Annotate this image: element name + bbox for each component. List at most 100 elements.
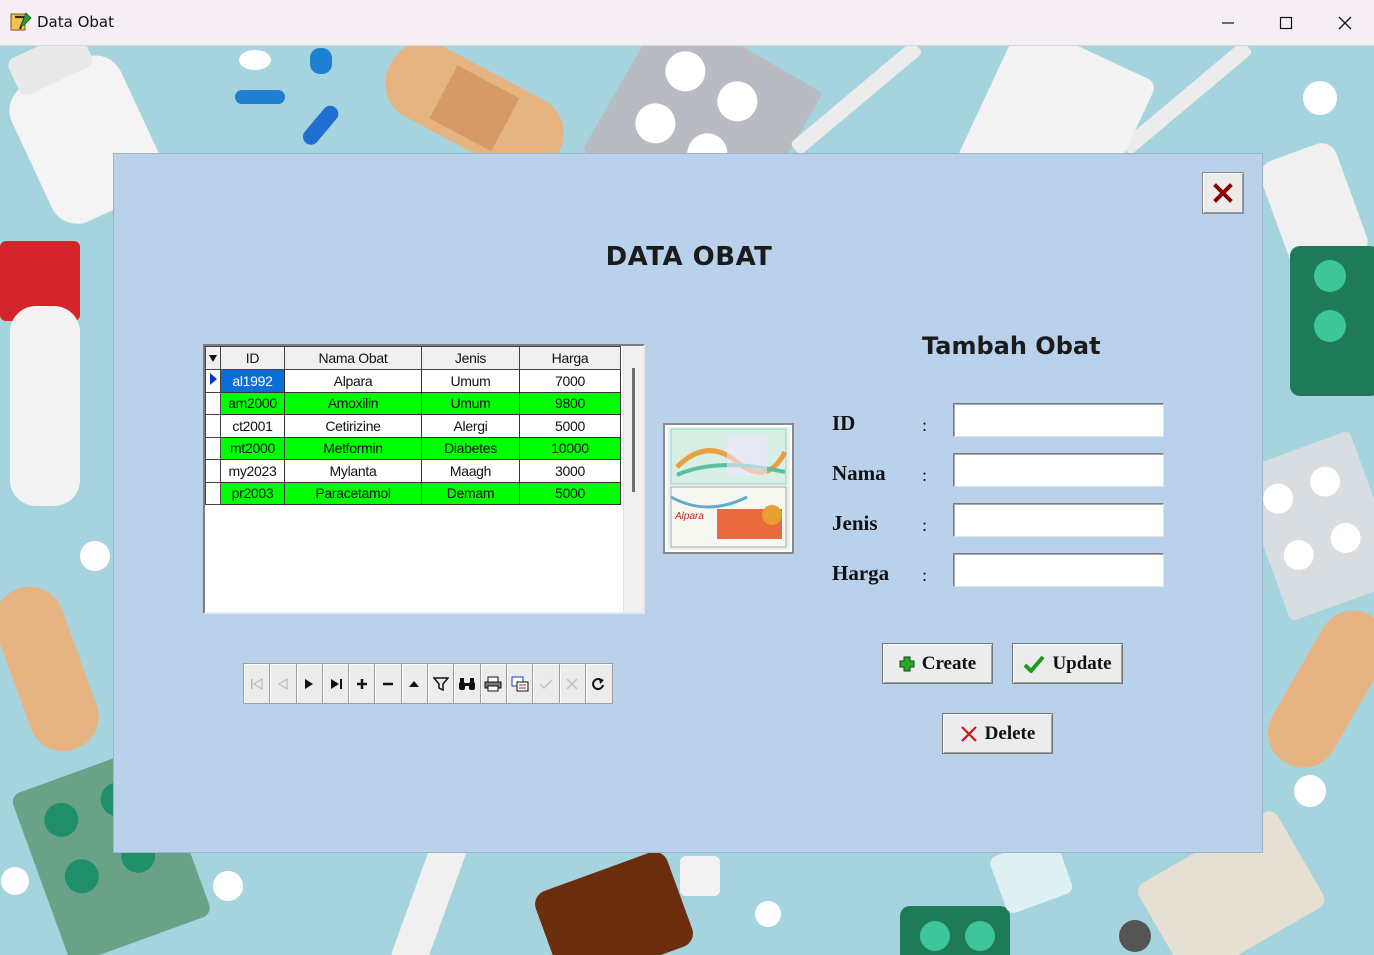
row-indicator <box>205 481 221 505</box>
colon: : <box>922 415 928 435</box>
harga-input[interactable] <box>953 553 1164 587</box>
label-jenis: Jenis <box>832 511 878 535</box>
scrollbar-thumb[interactable] <box>632 368 635 492</box>
post-icon <box>539 678 553 689</box>
cell-id[interactable]: pr2003 <box>220 481 285 505</box>
cell-nama[interactable]: Alpara <box>284 369 422 393</box>
binoculars-icon <box>459 677 476 690</box>
row-indicator <box>205 459 221 483</box>
cell-harga[interactable]: 9800 <box>519 391 621 415</box>
row-indicator <box>205 436 221 460</box>
image-brand-text: Alpara <box>674 511 704 522</box>
colon: : <box>922 465 928 485</box>
cell-jenis[interactable]: Maagh <box>421 459 520 483</box>
nav-next-button[interactable] <box>296 664 323 703</box>
column-header-jenis[interactable]: Jenis <box>421 346 520 370</box>
plus-icon <box>899 656 915 671</box>
nav-last-button[interactable] <box>322 664 350 703</box>
cell-id[interactable]: my2023 <box>220 459 285 483</box>
nav-refresh-button[interactable] <box>585 664 613 703</box>
close-icon <box>1213 183 1233 203</box>
maximize-button[interactable] <box>1257 0 1315 46</box>
label-nama: Nama <box>832 461 886 485</box>
refresh-icon <box>592 677 604 690</box>
nav-search-button[interactable] <box>454 664 481 703</box>
nama-input[interactable] <box>953 453 1164 487</box>
label-harga: Harga <box>832 561 890 585</box>
close-icon <box>1338 16 1352 30</box>
prior-icon <box>277 677 288 690</box>
insert-icon <box>356 678 367 689</box>
table-row[interactable]: pr2003 Paracetamol Demam 5000 <box>205 481 621 505</box>
nav-insert-button[interactable] <box>349 664 376 703</box>
medicine-grid[interactable]: ID Nama Obat Jenis Harga al1992 Alpara U… <box>203 344 645 614</box>
cell-jenis[interactable]: Diabetes <box>421 436 520 460</box>
last-icon <box>330 678 342 689</box>
cell-harga[interactable]: 10000 <box>519 436 621 460</box>
table-row[interactable]: am2000 Amoxilin Umum 9800 <box>205 391 621 415</box>
cell-jenis[interactable]: Umum <box>421 369 520 393</box>
table-row[interactable]: ct2001 Cetirizine Alergi 5000 <box>205 414 621 438</box>
db-navigator <box>243 663 614 704</box>
form-title: Tambah Obat <box>922 332 1101 360</box>
label-id: ID <box>832 411 856 435</box>
current-row-arrow-icon <box>210 373 217 386</box>
minimize-button[interactable] <box>1199 0 1257 46</box>
cell-harga[interactable]: 3000 <box>519 459 621 483</box>
cell-nama[interactable]: Metformin <box>284 436 422 460</box>
id-input[interactable] <box>953 403 1164 437</box>
table-header-row: ID Nama Obat Jenis Harga <box>205 346 621 370</box>
cell-id[interactable]: am2000 <box>220 391 285 415</box>
update-button-label: Update <box>1052 652 1112 674</box>
next-icon <box>305 678 314 689</box>
nav-prior-button[interactable] <box>270 664 297 703</box>
nav-edit-button[interactable] <box>401 664 429 703</box>
print-icon <box>484 676 502 691</box>
nav-print-button[interactable] <box>480 664 507 703</box>
delete-button[interactable]: Delete <box>942 713 1053 754</box>
cell-id[interactable]: mt2000 <box>220 436 285 460</box>
table-row[interactable]: my2023 Mylanta Maagh 3000 <box>205 459 621 483</box>
colon: : <box>922 515 928 535</box>
nav-filter-button[interactable] <box>428 664 455 703</box>
row-indicator <box>205 391 221 415</box>
column-selector[interactable] <box>205 346 221 370</box>
nav-export-button[interactable] <box>506 664 534 703</box>
grid-vertical-scrollbar[interactable] <box>623 346 643 612</box>
nav-cancel-button[interactable] <box>559 664 586 703</box>
cell-jenis[interactable]: Alergi <box>421 414 520 438</box>
column-header-id[interactable]: ID <box>220 346 285 370</box>
panel-close-button[interactable] <box>1202 172 1244 214</box>
cell-harga[interactable]: 7000 <box>519 369 621 393</box>
data-obat-panel: DATA OBAT ID Nama Obat Jenis Harga al199… <box>113 153 1263 853</box>
cell-nama[interactable]: Cetirizine <box>284 414 422 438</box>
minimize-icon <box>1222 22 1234 24</box>
cell-nama[interactable]: Amoxilin <box>284 391 422 415</box>
column-header-nama[interactable]: Nama Obat <box>284 346 422 370</box>
column-header-harga[interactable]: Harga <box>519 346 621 370</box>
cell-jenis[interactable]: Demam <box>421 481 520 505</box>
table-row[interactable]: mt2000 Metformin Diabetes 10000 <box>205 436 621 460</box>
nav-post-button[interactable] <box>533 664 560 703</box>
alpara-box-image-icon: Alpara <box>667 427 790 550</box>
window-close-button[interactable] <box>1316 0 1374 46</box>
cell-harga[interactable]: 5000 <box>519 414 621 438</box>
cell-nama[interactable]: Mylanta <box>284 459 422 483</box>
nav-delete-button[interactable] <box>375 664 402 703</box>
medicine-table: ID Nama Obat Jenis Harga al1992 Alpara U… <box>205 346 621 505</box>
nav-first-button[interactable] <box>244 664 271 703</box>
cell-harga[interactable]: 5000 <box>519 481 621 505</box>
title-bar: Data Obat <box>0 0 1374 46</box>
first-icon <box>250 677 263 690</box>
cell-jenis[interactable]: Umum <box>421 391 520 415</box>
create-button[interactable]: Create <box>882 643 993 684</box>
cell-id[interactable]: ct2001 <box>220 414 285 438</box>
row-indicator <box>205 369 221 393</box>
app-icon <box>10 12 32 31</box>
table-row[interactable]: al1992 Alpara Umum 7000 <box>205 369 621 393</box>
maximize-icon <box>1279 16 1293 30</box>
jenis-input[interactable] <box>953 503 1164 537</box>
cell-id[interactable]: al1992 <box>220 369 285 393</box>
cell-nama[interactable]: Paracetamol <box>284 481 422 505</box>
update-button[interactable]: Update <box>1012 643 1123 684</box>
